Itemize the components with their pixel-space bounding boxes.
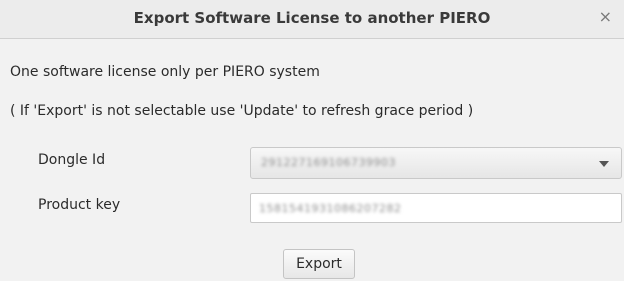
chevron-down-icon[interactable] — [599, 161, 609, 167]
product-key-label: Product key — [38, 197, 121, 213]
close-icon[interactable]: × — [599, 8, 612, 26]
product-key-field[interactable]: 15815419310862072​82 — [250, 193, 622, 223]
product-key-value: 15815419310862072​82 — [259, 202, 402, 215]
hint-message: ( If 'Export' is not selectable use 'Upd… — [10, 103, 474, 119]
info-message: One software license only per PIERO syst… — [10, 64, 320, 80]
title-bar: Export Software License to another PIERO… — [0, 0, 624, 39]
dialog-title: Export Software License to another PIERO — [133, 9, 491, 27]
dongle-id-label: Dongle Id — [38, 152, 106, 168]
dongle-id-select[interactable]: 29122716910673990​3 — [250, 147, 622, 179]
dongle-id-value: 29122716910673990​3 — [261, 156, 396, 169]
export-button[interactable]: Export — [283, 249, 355, 279]
